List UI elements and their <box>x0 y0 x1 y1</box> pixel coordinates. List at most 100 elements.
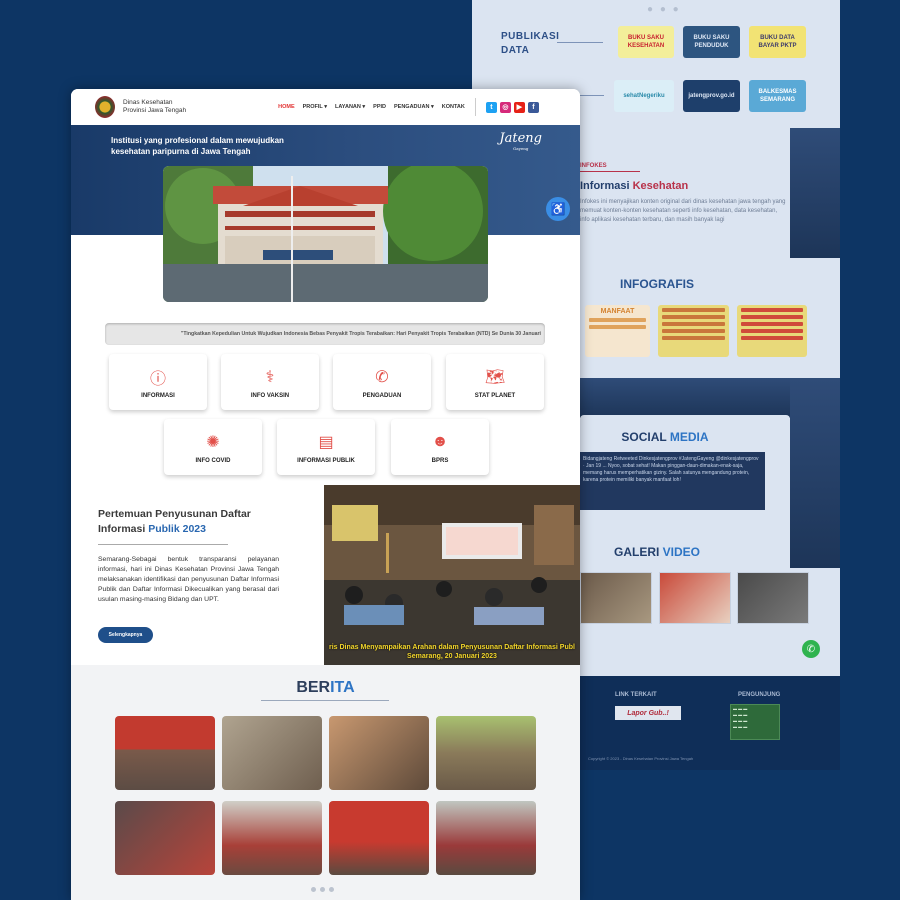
video-thumbnail[interactable] <box>737 572 809 624</box>
galeri-video-heading: GALERI VIDEO <box>613 545 701 559</box>
menu-ppid[interactable]: PPID <box>373 104 386 110</box>
pager-dot[interactable] <box>320 887 325 892</box>
facebook-icon[interactable]: f <box>527 101 539 113</box>
news-thumbnail[interactable] <box>222 801 322 875</box>
featured-article: Pertemuan Penyusunan Daftar Informasi Pu… <box>71 485 580 665</box>
twitter-icon[interactable]: t <box>485 101 497 113</box>
berita-heading: BERITA <box>296 679 355 696</box>
twitter-feed[interactable]: Bidangjateng Retweeted Dinkesjatengprov … <box>577 452 765 510</box>
footer: LINK TERKAIT Lapor Gub..! PENGUNJUNG ▬ ▬… <box>580 676 840 770</box>
infografis-card[interactable] <box>737 305 807 357</box>
virus-icon: ✺ <box>206 434 220 451</box>
pager-dot[interactable] <box>311 887 316 892</box>
infografis-bar <box>741 315 803 319</box>
news-thumbnail[interactable] <box>222 716 322 790</box>
main-page: Dinas Kesehatan Provinsi Jawa Tengah HOM… <box>71 89 580 900</box>
pager-dot[interactable] <box>329 887 334 892</box>
brand-sub: Gayeng <box>513 146 529 151</box>
video-thumbnail[interactable] <box>580 572 652 624</box>
jateng-logo-icon <box>95 96 115 118</box>
pub-card-penduduk[interactable]: BUKU SAKU PENDUDUK <box>683 26 740 58</box>
service-card[interactable]: ✆ PENGADUAN <box>333 354 431 410</box>
service-card-label: INFORMASI PUBLIK <box>297 458 355 464</box>
read-more-button[interactable]: Selengkapnya <box>98 627 153 643</box>
building-illustration <box>163 166 488 302</box>
phone-icon: ✆ <box>375 369 389 386</box>
menu-layanan[interactable]: LAYANAN ▾ <box>335 104 365 110</box>
news-ticker[interactable]: "Tingkatkan Kepedulian Untuk Wujudkan In… <box>105 323 545 345</box>
copyright: Copyright © 2023 - Dinas Kesehatan Provi… <box>588 756 694 761</box>
infografis-bar <box>589 318 646 322</box>
youtube-icon[interactable]: ▶ <box>513 101 525 113</box>
infografis-bar <box>662 336 725 340</box>
carousel-pager[interactable] <box>311 887 334 892</box>
infografis-bar <box>662 322 725 326</box>
news-thumbnail[interactable] <box>115 801 215 875</box>
divider <box>557 42 603 43</box>
news-thumbnail[interactable] <box>436 716 536 790</box>
service-card[interactable]: ⚕ INFO VAKSIN <box>221 354 319 410</box>
service-card[interactable]: ✺ INFO COVID <box>164 419 262 475</box>
link-jatengprov[interactable]: jatengprov.go.id <box>683 80 740 112</box>
service-card-label: INFO COVID <box>195 458 231 464</box>
infografis-bar <box>741 322 803 326</box>
infografis-bar <box>741 308 803 312</box>
navbar: Dinas Kesehatan Provinsi Jawa Tengah HOM… <box>71 89 580 125</box>
service-card[interactable]: ⓘ INFORMASI <box>109 354 207 410</box>
berita-section: BERITA <box>71 665 580 900</box>
infografis-bar <box>662 315 725 319</box>
whatsapp-icon[interactable]: ✆ <box>802 640 820 658</box>
article-photo: ris Dinas Menyampaikan Arahan dalam Peny… <box>324 485 580 665</box>
menu-pengaduan[interactable]: PENGADUAN ▾ <box>394 104 434 110</box>
infokes-body: Infokes ini menyajikan konten original d… <box>580 199 786 223</box>
service-card-label: STAT PLANET <box>474 393 516 399</box>
org-name-line2: Provinsi Jawa Tengah <box>123 107 187 114</box>
article-body: Semarang-Sebagai bentuk transparansi pel… <box>98 556 279 603</box>
link-terkait-label: LINK TERKAIT <box>615 692 657 698</box>
news-thumbnail[interactable] <box>329 801 429 875</box>
news-thumbnail[interactable] <box>115 716 215 790</box>
pengunjung-label: PENGUNJUNG <box>738 692 781 698</box>
infokes-section: INFOKES Informasi Kesehatan Infokes ini … <box>580 130 788 260</box>
menu-home[interactable]: HOME <box>278 104 295 110</box>
jateng-gayeng-logo: Jateng Gayeng <box>499 131 542 151</box>
infografis-heading: INFOGRAFIS <box>620 277 694 291</box>
news-thumbnail[interactable] <box>329 716 429 790</box>
service-card[interactable]: ☻ BPRS <box>391 419 489 475</box>
org-name-line1: Dinas Kesehatan <box>123 99 173 106</box>
infografis-bar <box>741 329 803 333</box>
infografis-card-title: MANFAAT <box>600 308 635 315</box>
publikasi-data-heading: PUBLIKASI DATA <box>501 31 560 56</box>
menu-kontak[interactable]: KONTAK <box>442 104 465 110</box>
video-thumbnail[interactable] <box>659 572 731 624</box>
infografis-card[interactable]: MANFAAT <box>585 305 650 357</box>
infografis-bar <box>741 336 803 340</box>
social-links: t ◎ ▶ f <box>485 101 539 113</box>
pub-card-buku-saku[interactable]: BUKU SAKU KESEHATAN <box>618 26 674 58</box>
photo-caption: ris Dinas Menyampaikan Arahan dalam Peny… <box>324 643 580 661</box>
meeting-illustration <box>324 485 580 665</box>
divider <box>580 171 640 172</box>
menu-profil[interactable]: PROFIL ▾ <box>303 104 327 110</box>
accessibility-icon[interactable]: ♿ <box>546 197 570 221</box>
main-menu: HOME PROFIL ▾ LAYANAN ▾ PPID PENGADUAN ▾… <box>278 104 465 110</box>
building-photo <box>163 166 488 302</box>
service-card-label: PENGADUAN <box>362 393 402 399</box>
divider <box>98 544 228 545</box>
pub-card-data-bayar[interactable]: BUKU DATA BAYAR PKTP <box>749 26 806 58</box>
carousel-dots: ● ● ● <box>647 4 681 15</box>
news-thumbnail[interactable] <box>436 801 536 875</box>
divider <box>474 98 476 116</box>
service-card[interactable]: ▤ INFORMASI PUBLIK <box>277 419 375 475</box>
service-card[interactable]: 🗺 STAT PLANET <box>446 354 544 410</box>
link-balkesmas[interactable]: BALKESMAS SEMARANG <box>749 80 806 112</box>
service-card-label: INFO VAKSIN <box>250 393 290 399</box>
vaccine-icon: ⚕ <box>265 369 275 386</box>
infografis-bar <box>589 325 646 329</box>
infografis-card[interactable] <box>658 305 729 357</box>
infokes-tag: INFOKES <box>580 163 607 169</box>
instagram-icon[interactable]: ◎ <box>499 101 511 113</box>
infografis-bar <box>662 329 725 333</box>
link-sehat-negeriku[interactable]: sehatNegeriku <box>614 80 674 112</box>
lapor-gub-link[interactable]: Lapor Gub..! <box>615 706 681 720</box>
